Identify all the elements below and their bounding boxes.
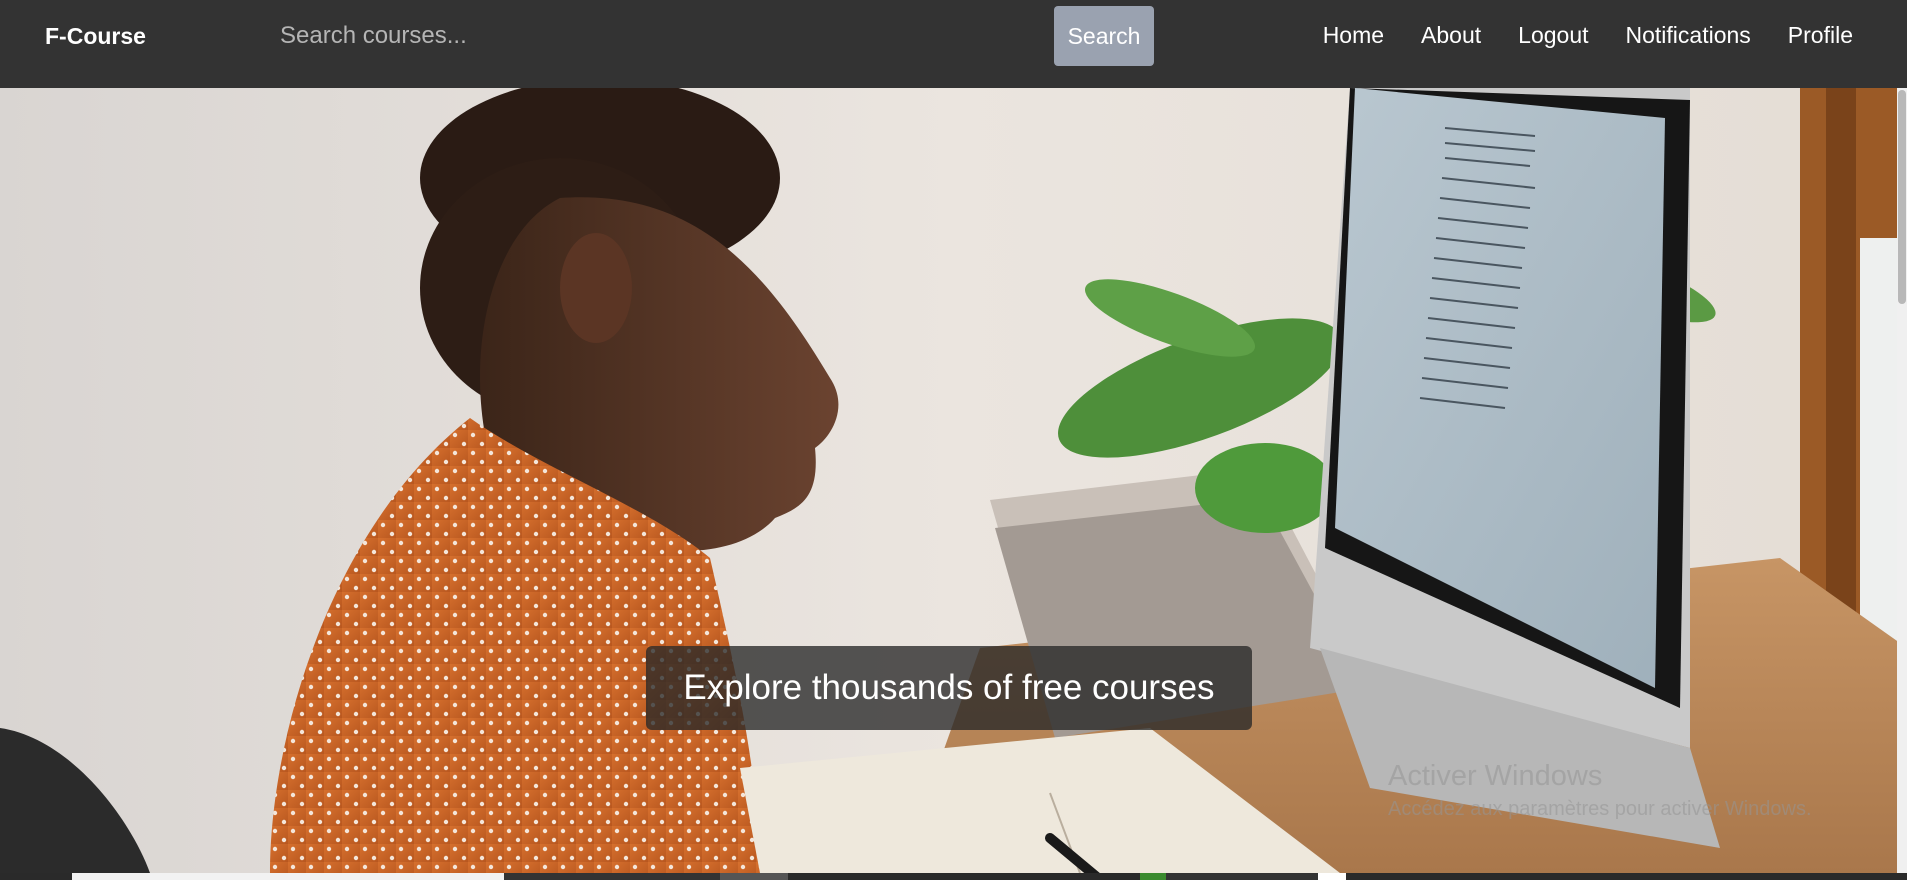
scrollbar-thumb[interactable]	[1898, 90, 1906, 304]
nav-link-profile[interactable]: Profile	[1788, 20, 1853, 50]
nav-link-logout[interactable]: Logout	[1518, 20, 1588, 50]
nav-link-home[interactable]: Home	[1323, 20, 1384, 50]
brand-logo[interactable]: F-Course	[45, 22, 146, 50]
hero-image	[0, 88, 1907, 873]
nav-links: Home About Logout Notifications Profile	[1286, 20, 1853, 50]
windows-watermark-subtitle: Accédez aux paramètres pour activer Wind…	[1388, 798, 1812, 820]
search-input[interactable]	[270, 18, 1050, 54]
search-button[interactable]: Search	[1054, 6, 1154, 66]
nav-link-about[interactable]: About	[1421, 20, 1481, 50]
top-navbar: F-Course Search Home About Logout Notifi…	[0, 0, 1907, 88]
next-section-preview	[0, 873, 1907, 880]
hero-banner	[0, 88, 1907, 873]
nav-link-notifications[interactable]: Notifications	[1626, 20, 1751, 50]
hero-caption: Explore thousands of free courses	[646, 646, 1252, 730]
windows-watermark-title: Activer Windows	[1388, 760, 1603, 792]
